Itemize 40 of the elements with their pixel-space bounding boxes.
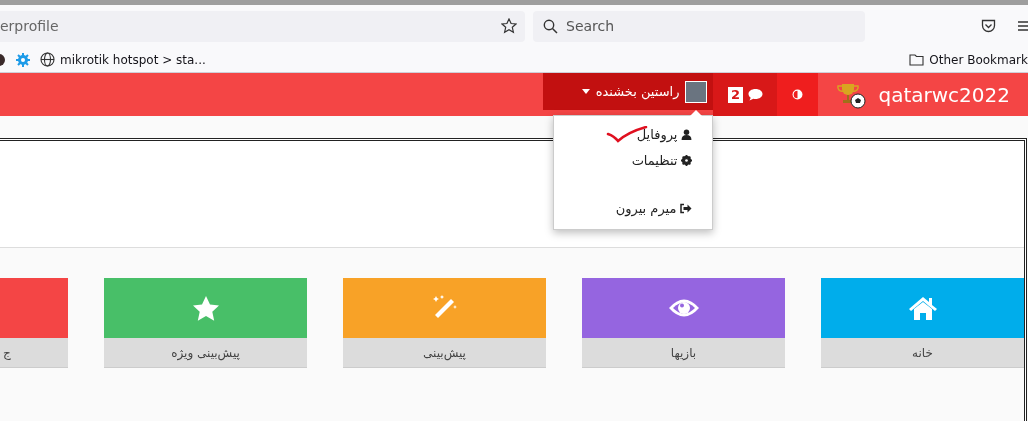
address-field[interactable]: erprofile	[0, 10, 525, 42]
user-name: راستین بخشنده	[595, 84, 680, 99]
pocket-icon[interactable]	[981, 19, 996, 33]
gear-icon[interactable]	[16, 52, 30, 67]
menu-item[interactable]: تنظیمات	[554, 147, 713, 173]
tile-label[interactable]: ج	[0, 338, 68, 368]
tile-color-block[interactable]	[104, 278, 307, 338]
tile-color-block[interactable]	[0, 278, 68, 338]
tile-label[interactable]: خانه	[821, 338, 1024, 368]
caret-icon	[581, 89, 590, 94]
tile-color-block[interactable]	[343, 278, 546, 338]
contrast-icon	[792, 89, 804, 100]
avatar-photo	[685, 80, 708, 103]
search-icon	[543, 18, 558, 34]
star-icon	[191, 294, 220, 322]
user-icon	[681, 128, 693, 140]
menu-item[interactable]: میرم بیرون	[554, 195, 713, 221]
gear-icon	[681, 154, 693, 166]
tile-color-block[interactable]	[582, 278, 785, 338]
search-field[interactable]: Search	[533, 10, 865, 42]
messages-button[interactable]: 2	[713, 73, 778, 116]
menu-item[interactable]: پروفایل	[554, 121, 713, 147]
tile-label[interactable]: بازیها	[582, 338, 785, 368]
tile-label[interactable]: پیش‌بینی	[343, 338, 546, 368]
comment-icon	[748, 88, 763, 101]
eye-icon	[667, 297, 700, 319]
globe-icon	[40, 52, 55, 67]
sign-out-icon	[680, 202, 693, 214]
message-count: 2	[727, 86, 743, 103]
address-text: erprofile	[0, 18, 59, 34]
other-bookmarks[interactable]: Other Bookmark	[909, 52, 1028, 67]
tile-label[interactable]: پیش‌بینی ویژه	[104, 338, 307, 368]
home-icon	[907, 295, 938, 321]
search-placeholder: Search	[566, 18, 615, 34]
menu-icon[interactable]	[1018, 20, 1028, 32]
bookmark-item[interactable]: mikrotik hotspot > sta...	[40, 52, 206, 67]
folder-icon	[909, 53, 925, 66]
tile-color-block[interactable]	[821, 278, 1024, 338]
brand-name[interactable]: qatarwc2022	[878, 82, 1010, 107]
star-icon[interactable]	[501, 18, 517, 34]
